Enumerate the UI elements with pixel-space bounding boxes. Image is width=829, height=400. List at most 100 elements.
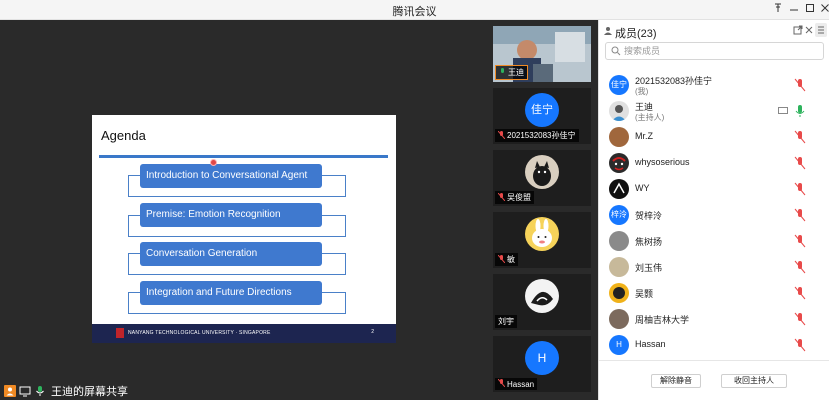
muted-microphone-icon <box>497 130 506 141</box>
avatar <box>609 127 629 147</box>
muted-microphone-icon[interactable] <box>794 78 806 92</box>
microphone-icon[interactable] <box>794 104 806 118</box>
video-tile-name: 2021532083孙佳宁 <box>495 129 579 142</box>
muted-microphone-icon <box>497 378 506 389</box>
avatar: 梓泠 <box>609 205 629 225</box>
pop-out-icon[interactable] <box>793 25 803 38</box>
muted-microphone-icon[interactable] <box>794 286 806 300</box>
muted-microphone-icon[interactable] <box>794 234 806 248</box>
members-icon <box>603 26 613 39</box>
minimize-icon[interactable] <box>786 2 802 18</box>
muted-microphone-icon[interactable] <box>794 182 806 196</box>
slide-page-number: 2 <box>371 329 374 335</box>
video-tile[interactable]: 吴俊盟 <box>493 150 591 206</box>
video-tile-name: 刘宇 <box>495 315 517 328</box>
pin-icon[interactable] <box>770 2 786 18</box>
avatar: 佳宁 <box>525 93 559 127</box>
microphone-icon <box>499 67 506 78</box>
members-count-title: 成员(23) <box>615 28 657 40</box>
unmute-all-button[interactable]: 解除静音 <box>651 374 701 388</box>
member-row[interactable]: 吴颢 <box>599 280 829 306</box>
member-name: 焦树扬 <box>635 237 663 247</box>
university-crest-icon <box>116 328 124 338</box>
panel-close-icon[interactable] <box>804 25 814 38</box>
muted-microphone-icon[interactable] <box>794 156 806 170</box>
search-icon <box>611 46 621 59</box>
sketch-icon <box>525 279 559 313</box>
video-tile-name-text: Hassan <box>507 379 535 389</box>
slide-title-rule <box>99 155 388 158</box>
member-name: WY <box>635 183 650 193</box>
avatar <box>609 179 629 199</box>
muted-microphone-icon[interactable] <box>794 208 806 222</box>
muted-microphone-icon[interactable] <box>794 338 806 352</box>
muted-microphone-icon[interactable] <box>794 312 806 326</box>
reclaim-host-button[interactable]: 收回主持人 <box>721 374 787 388</box>
avatar: 佳宁 <box>609 75 629 95</box>
close-icon[interactable] <box>817 2 829 18</box>
avatar <box>609 283 629 303</box>
presentation-slide: Agenda Introduction to Conversational Ag… <box>92 115 396 343</box>
video-tile[interactable]: 佳宁 2021532083孙佳宁 <box>493 88 591 144</box>
rabbit-icon <box>525 217 559 251</box>
member-row[interactable]: 梓泠 贺梓泠 <box>599 202 829 228</box>
member-row[interactable]: WY <box>599 176 829 202</box>
maximize-icon[interactable] <box>802 2 818 18</box>
video-tile-name: 敏 <box>495 253 518 266</box>
panel-divider <box>599 360 829 361</box>
avatar <box>609 257 629 277</box>
member-name: whysoserious <box>635 157 690 167</box>
member-row[interactable]: 王迪 (主持人) <box>599 98 829 124</box>
member-row[interactable]: 佳宁 2021532083孙佳宁 (我) <box>599 72 829 98</box>
video-tiles-column: 王迪 佳宁 2021532083孙佳宁 吴俊盟 敏 刘宇 H Hassan <box>487 20 598 400</box>
laser-pointer <box>210 159 217 166</box>
agenda-item: Integration and Future Directions <box>140 281 322 305</box>
muted-microphone-icon[interactable] <box>794 260 806 274</box>
member-name: Mr.Z <box>635 131 653 141</box>
screen-share-status: 王迪的屏幕共享 <box>0 382 132 400</box>
muted-microphone-icon <box>497 192 506 203</box>
member-row[interactable]: 刘玉伟 <box>599 254 829 280</box>
avatar: H <box>525 341 559 375</box>
member-search[interactable] <box>605 42 824 60</box>
agenda-item: Introduction to Conversational Agent <box>140 164 322 188</box>
university-name: NANYANG TECHNOLOGICAL UNIVERSITY · SINGA… <box>128 330 271 336</box>
agenda-item: Premise: Emotion Recognition <box>140 203 322 227</box>
video-tile-name-text: 吴俊盟 <box>507 193 531 202</box>
video-tile-name-text: 王迪 <box>508 68 524 77</box>
member-name: 吴颢 <box>635 289 654 299</box>
microphone-icon <box>34 385 46 397</box>
avatar <box>609 153 629 173</box>
slide-heading: Agenda <box>101 128 146 143</box>
member-row[interactable]: whysoserious <box>599 150 829 176</box>
member-row[interactable]: 焦树扬 <box>599 228 829 254</box>
video-tile-name: 吴俊盟 <box>495 191 534 204</box>
screen-share-icon <box>19 385 31 397</box>
slide-footer: NANYANG TECHNOLOGICAL UNIVERSITY · SINGA… <box>92 324 396 343</box>
video-tile[interactable]: H Hassan <box>493 336 591 392</box>
video-tile[interactable]: 王迪 <box>493 26 591 82</box>
search-input[interactable] <box>624 44 814 58</box>
member-row[interactable]: H Hassan <box>599 332 829 358</box>
members-panel: 成员(23) 佳宁 2021532083孙佳宁 (我) 王迪 (主持人) M <box>598 20 829 400</box>
member-name: 贺梓泠 <box>635 211 663 221</box>
muted-microphone-icon <box>497 254 506 265</box>
agenda-item: Conversation Generation <box>140 242 322 266</box>
avatar <box>609 231 629 251</box>
avatar: H <box>609 335 629 355</box>
video-tile[interactable]: 敏 <box>493 212 591 268</box>
video-tile-name: 王迪 <box>495 65 528 80</box>
video-tile[interactable]: 刘宇 <box>493 274 591 330</box>
title-bar: 腾讯会议 <box>0 0 829 20</box>
muted-microphone-icon[interactable] <box>794 130 806 144</box>
member-row[interactable]: Mr.Z <box>599 124 829 150</box>
menu-icon[interactable] <box>815 23 827 37</box>
screen-share-area: Agenda Introduction to Conversational Ag… <box>0 20 487 400</box>
video-tile-name-text: 敏 <box>507 255 515 264</box>
screen-share-icon <box>778 106 788 114</box>
member-row[interactable]: 周柚吉林大学 <box>599 306 829 332</box>
member-name: 周柚吉林大学 <box>635 315 690 325</box>
window-title: 腾讯会议 <box>392 6 437 18</box>
member-role: (我) <box>635 87 649 96</box>
screen-share-label: 王迪的屏幕共享 <box>51 386 128 398</box>
